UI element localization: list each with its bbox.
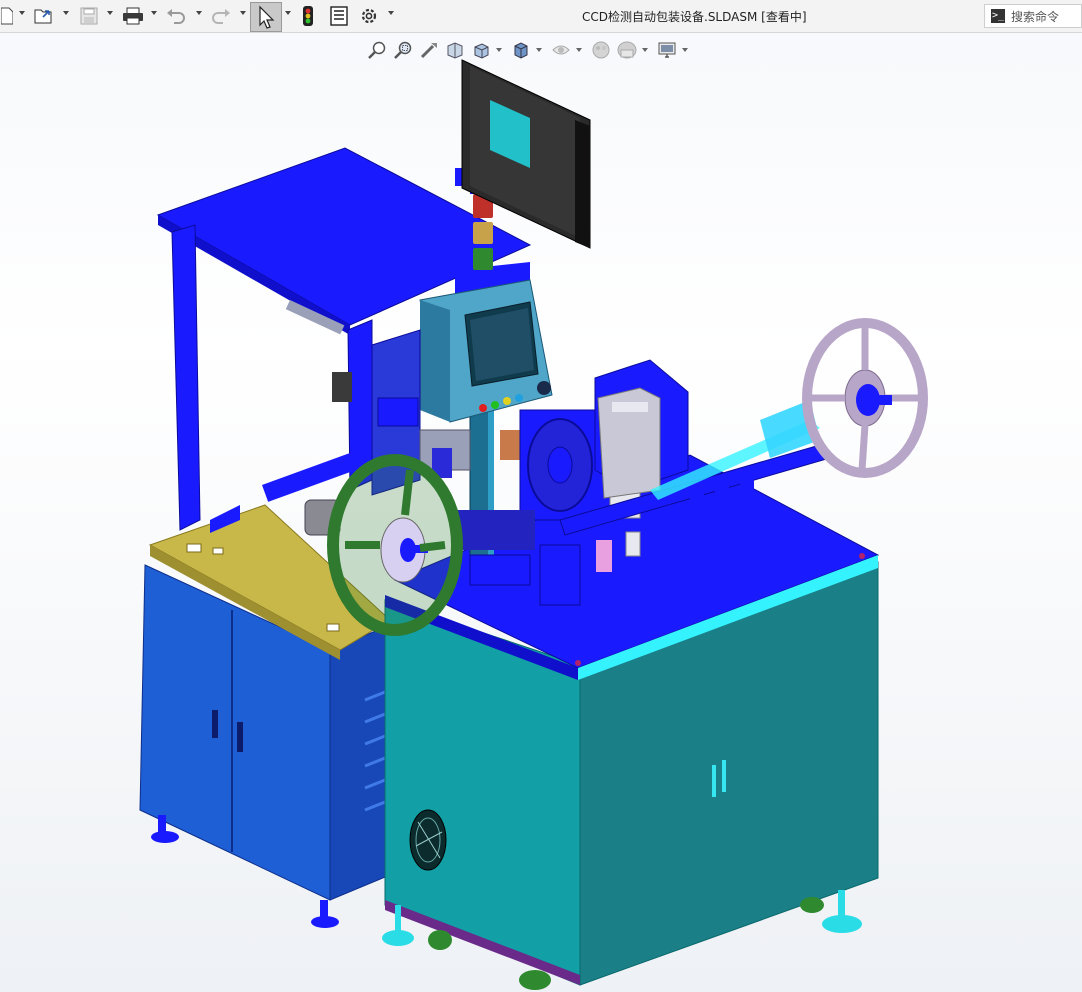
green-supply-reel bbox=[327, 454, 463, 636]
new-document-icon[interactable] bbox=[0, 4, 14, 28]
redo-icon[interactable] bbox=[210, 4, 232, 28]
search-commands-input[interactable]: >_ 搜索命令 bbox=[984, 4, 1082, 28]
undo-icon[interactable] bbox=[165, 4, 187, 28]
save-dropdown-chevron-icon[interactable] bbox=[107, 11, 113, 15]
file-properties-icon[interactable] bbox=[328, 4, 350, 28]
print-dropdown-chevron-icon[interactable] bbox=[151, 11, 157, 15]
save-icon[interactable] bbox=[78, 4, 100, 28]
options-gear-icon[interactable] bbox=[358, 4, 380, 28]
redo-dropdown-chevron-icon[interactable] bbox=[240, 11, 246, 15]
center-blue-reel bbox=[527, 418, 593, 512]
undo-dropdown-chevron-icon[interactable] bbox=[196, 11, 202, 15]
search-placeholder: 搜索命令 bbox=[1011, 9, 1060, 24]
open-icon[interactable] bbox=[33, 4, 55, 28]
hmi-control-box bbox=[419, 279, 553, 423]
options-dropdown-chevron-icon[interactable] bbox=[388, 11, 394, 15]
cooling-fan-grille bbox=[409, 809, 447, 871]
terminal-prompt-icon: >_ bbox=[991, 9, 1005, 23]
select-pointer-icon bbox=[259, 5, 275, 29]
open-dropdown-chevron-icon[interactable] bbox=[63, 11, 69, 15]
window-title: CCD检测自动包装设备.SLDASM [查看中] bbox=[582, 10, 807, 24]
lavender-takeup-reel bbox=[802, 318, 928, 478]
select-dropdown-chevron-icon[interactable] bbox=[285, 11, 291, 15]
select-tool-button[interactable] bbox=[250, 2, 282, 32]
model-viewport[interactable] bbox=[0, 33, 1082, 992]
new-dropdown-chevron-icon[interactable] bbox=[19, 11, 25, 15]
rebuild-traffic-light-icon[interactable] bbox=[298, 4, 318, 28]
print-icon[interactable] bbox=[121, 4, 145, 28]
title-bar: CCD检测自动包装设备.SLDASM [查看中] >_ 搜索命令 bbox=[0, 0, 1082, 33]
